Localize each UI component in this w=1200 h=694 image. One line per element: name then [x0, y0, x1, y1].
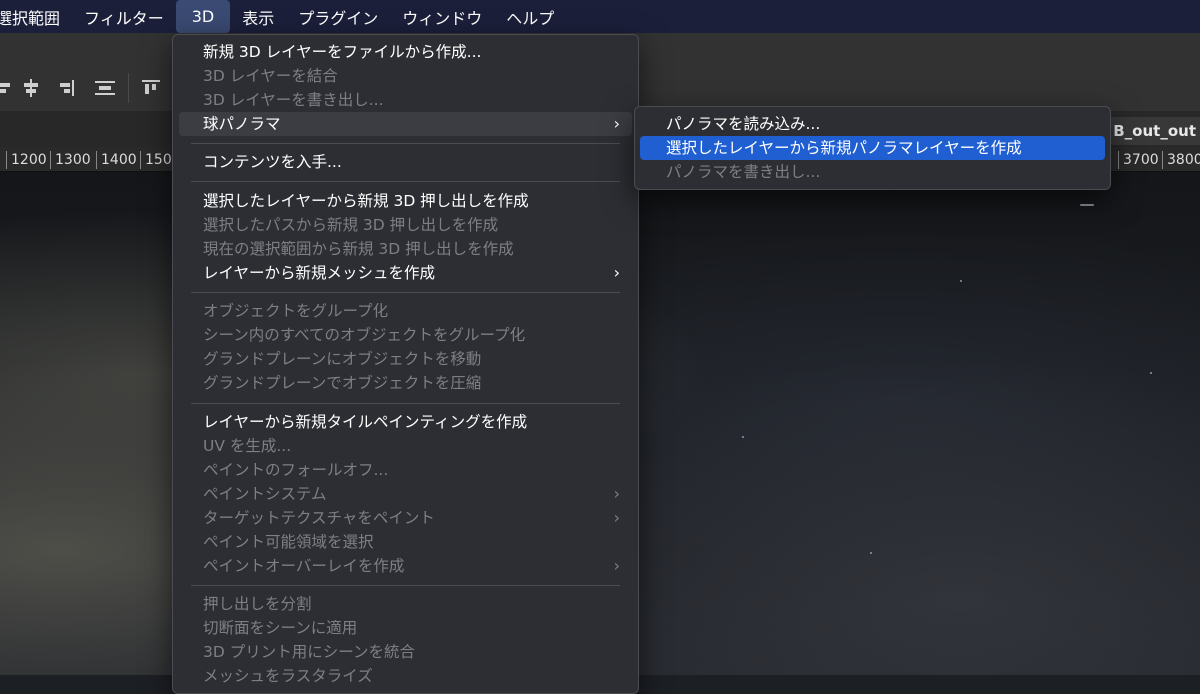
align-hcenter-icon[interactable] — [18, 77, 44, 99]
star — [870, 552, 872, 554]
align-right-icon[interactable] — [52, 77, 78, 99]
submenu-item-new-panorama-layer[interactable]: 選択したレイヤーから新規パノラマレイヤーを作成 — [640, 136, 1105, 160]
menu-view[interactable]: 表示 — [230, 0, 286, 33]
menu-item-paint-system[interactable]: ペイントシステム › — [179, 482, 632, 506]
ruler-tick: 150 — [140, 151, 172, 169]
chevron-right-icon: › — [613, 114, 620, 133]
menu-item-spherical-panorama[interactable]: 球パノラマ › — [179, 112, 632, 136]
menu-item-paint-target-texture[interactable]: ターゲットテクスチャをペイント › — [179, 506, 632, 530]
3d-menu-dropdown: 新規 3D レイヤーをファイルから作成... 3D レイヤーを結合 3D レイヤ… — [172, 34, 639, 694]
submenu-item-export-panorama[interactable]: パノラマを書き出し... — [640, 160, 1105, 184]
menu-separator — [191, 181, 620, 182]
star — [742, 436, 744, 438]
document-tab[interactable]: B_out_out — [1103, 117, 1200, 145]
menu-filter[interactable]: フィルター — [72, 0, 176, 33]
menu-separator — [191, 143, 620, 144]
menu-item-split-extrusion[interactable]: 押し出しを分割 — [179, 592, 632, 616]
menu-item-compress-to-ground-plane[interactable]: グランドプレーンでオブジェクトを圧縮 — [179, 371, 632, 395]
menu-item-rasterize-mesh[interactable]: メッシュをラスタライズ — [179, 664, 632, 688]
menu-item-generate-uv[interactable]: UV を生成... — [179, 434, 632, 458]
spherical-panorama-submenu: パノラマを読み込み... 選択したレイヤーから新規パノラマレイヤーを作成 パノラ… — [634, 106, 1111, 190]
ruler-tick: 3800 — [1162, 151, 1200, 169]
menu-help[interactable]: ヘルプ — [494, 0, 566, 33]
menu-bar: 選択範囲 フィルター 3D 表示 プラグイン ウィンドウ ヘルプ — [0, 0, 1200, 33]
menu-separator — [191, 585, 620, 586]
ruler-tick: 3700 — [1118, 151, 1159, 169]
menu-item-extrusion-from-path[interactable]: 選択したパスから新規 3D 押し出しを作成 — [179, 213, 632, 237]
submenu-item-import-panorama[interactable]: パノラマを読み込み... — [640, 112, 1105, 136]
menu-item-create-paint-overlay[interactable]: ペイントオーバーレイを作成 › — [179, 554, 632, 578]
ruler-tick: 1400 — [96, 151, 137, 169]
menu-item-merge-3d-layers[interactable]: 3D レイヤーを結合 — [179, 64, 632, 88]
menu-item-group-objects[interactable]: オブジェクトをグループ化 — [179, 299, 632, 323]
menu-item-extrusion-from-selection[interactable]: 現在の選択範囲から新規 3D 押し出しを作成 — [179, 237, 632, 261]
chevron-right-icon: › — [613, 484, 620, 503]
menu-item-move-to-ground-plane[interactable]: グランドプレーンにオブジェクトを移動 — [179, 347, 632, 371]
menu-3d[interactable]: 3D — [175, 0, 231, 33]
align-left-icon[interactable] — [0, 77, 18, 99]
menu-item-get-content[interactable]: コンテンツを入手... — [179, 150, 632, 174]
menu-separator — [191, 403, 620, 404]
menu-item-new-3d-layer-from-file[interactable]: 新規 3D レイヤーをファイルから作成... — [179, 40, 632, 64]
menu-item-mesh-from-layer[interactable]: レイヤーから新規メッシュを作成 › — [179, 261, 632, 285]
star — [1080, 204, 1094, 206]
menu-window[interactable]: ウィンドウ — [390, 0, 494, 33]
menu-item-select-paintable-area[interactable]: ペイント可能領域を選択 — [179, 530, 632, 554]
menu-item-paint-falloff[interactable]: ペイントのフォールオフ... — [179, 458, 632, 482]
menu-item-apply-cross-section[interactable]: 切断面をシーンに適用 — [179, 616, 632, 640]
align-top-icon[interactable] — [138, 77, 164, 99]
menu-separator — [191, 292, 620, 293]
chevron-right-icon: › — [613, 508, 620, 527]
menu-select[interactable]: 選択範囲 — [0, 0, 72, 33]
menu-item-extrusion-from-layer[interactable]: 選択したレイヤーから新規 3D 押し出しを作成 — [179, 189, 632, 213]
distribute-icon[interactable] — [92, 77, 118, 99]
toolbar-divider — [128, 73, 129, 103]
ruler-tick: 1200 — [6, 151, 47, 169]
star — [1150, 372, 1152, 374]
menu-item-group-all-objects[interactable]: シーン内のすべてのオブジェクトをグループ化 — [179, 323, 632, 347]
star — [960, 280, 962, 282]
chevron-right-icon: › — [613, 556, 620, 575]
menu-item-tile-painting[interactable]: レイヤーから新規タイルペインティングを作成 — [179, 410, 632, 434]
chevron-right-icon: › — [613, 263, 620, 282]
menu-plugins[interactable]: プラグイン — [286, 0, 390, 33]
menu-item-export-3d-layer[interactable]: 3D レイヤーを書き出し... — [179, 88, 632, 112]
ruler-tick: 1300 — [50, 151, 91, 169]
menu-item-unify-scene-for-print[interactable]: 3D プリント用にシーンを統合 — [179, 640, 632, 664]
